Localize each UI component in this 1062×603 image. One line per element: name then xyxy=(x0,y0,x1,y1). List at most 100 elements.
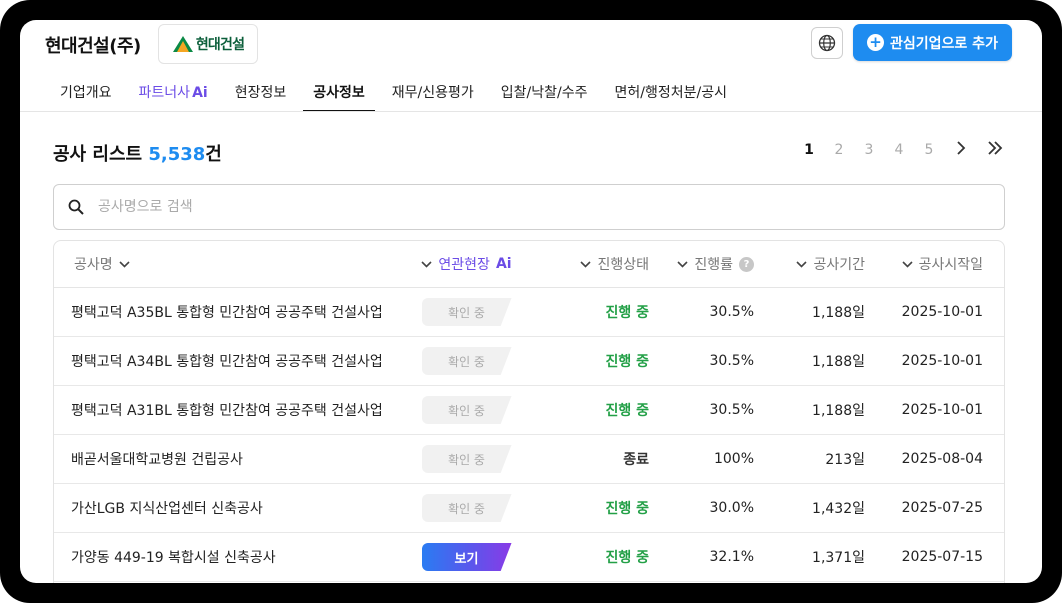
cell-progress: 30.5% xyxy=(709,353,754,369)
tab-label: 공사정보 xyxy=(313,85,365,101)
column-period[interactable]: 공사기간 xyxy=(754,254,865,274)
cell-project-name: 가산LGB 지식산업센터 신축공사 xyxy=(71,501,263,517)
logo-triangle-icon xyxy=(172,36,193,52)
list-title: 공사 리스트 5,538건 xyxy=(53,140,222,166)
table-row[interactable]: 평택고덕 A31BL 통합형 민간참여 공공주택 건설사업 확인 중 진행 중 30.… xyxy=(54,386,1004,435)
cell-related-site: 확인 중 xyxy=(394,347,539,375)
tab-company-overview[interactable]: 기업개요 xyxy=(50,76,122,110)
search-icon xyxy=(68,199,84,215)
table-body: 평택고덕 A35BL 통합형 민간참여 공공주택 건설사업 확인 중 진행 중 30.… xyxy=(54,288,1004,583)
view-related-button[interactable]: 보기 xyxy=(421,543,512,571)
cell-related-site: 확인 중 xyxy=(394,494,539,522)
cell-related-site: 확인 중 xyxy=(394,445,539,473)
checking-badge: 확인 중 xyxy=(421,298,512,326)
cell-start-date: 2025-07-25 xyxy=(901,500,983,516)
cell-progress: 100% xyxy=(713,451,754,467)
tab-partners[interactable]: 파트너사 Ai xyxy=(129,76,218,110)
pagination: 1 2 3 4 5 xyxy=(794,140,1012,159)
list-title-text: 공사 리스트 xyxy=(53,144,143,165)
cell-period: 1,432일 xyxy=(812,501,865,517)
cell-period: 1,188일 xyxy=(812,354,865,370)
checking-badge: 확인 중 xyxy=(421,347,512,375)
cell-status: 진행 중 xyxy=(605,305,649,321)
ai-badge: Ai xyxy=(495,256,512,272)
cell-project-name: 배곧서울대학교병원 건립공사 xyxy=(71,452,243,468)
ai-badge: Ai xyxy=(192,85,208,101)
cell-related-site: 확인 중 xyxy=(394,396,539,424)
tab-label: 입찰/낙찰/수주 xyxy=(500,85,588,101)
list-count-suffix: 건 xyxy=(205,144,222,165)
cell-related-site: 보기 xyxy=(394,543,539,571)
plus-circle-icon: + xyxy=(867,34,885,51)
cell-project-name: 평택고덕 A35BL 통합형 민간참여 공공주택 건설사업 xyxy=(71,305,383,321)
table-row[interactable]: 가양동 449-19 복합시설 신축공사 보기 진행 중 32.1% 1,371일 202… xyxy=(54,533,1004,582)
cell-project-name: 평택고덕 A34BL 통합형 민간참여 공공주택 건설사업 xyxy=(71,354,383,370)
app-screen: 현대건설(주) 현대건설 + 관심기업으로 추가 기업개요 파트너사 Ai 현장… xyxy=(20,20,1042,583)
list-count: 5,538 xyxy=(148,144,206,165)
column-label: 공사명 xyxy=(74,257,113,273)
page-1[interactable]: 1 xyxy=(794,142,824,158)
language-button[interactable] xyxy=(811,27,843,59)
cell-related-site: 확인 중 xyxy=(394,298,539,326)
add-favorite-company-button[interactable]: + 관심기업으로 추가 xyxy=(853,24,1012,61)
tab-label: 재무/신용평가 xyxy=(391,85,474,101)
next-page-icon[interactable] xyxy=(944,140,978,159)
device-frame: 현대건설(주) 현대건설 + 관심기업으로 추가 기업개요 파트너사 Ai 현장… xyxy=(0,0,1062,603)
search-input[interactable] xyxy=(96,198,960,216)
column-name[interactable]: 공사명 xyxy=(54,254,394,274)
last-page-icon[interactable] xyxy=(978,140,1012,159)
cell-progress: 30.5% xyxy=(709,402,754,418)
chevron-down-icon xyxy=(421,258,432,271)
chevron-down-icon xyxy=(580,258,592,271)
help-icon[interactable]: ? xyxy=(739,256,754,272)
cell-start-date: 2025-07-15 xyxy=(901,549,983,565)
cell-status: 진행 중 xyxy=(605,550,649,566)
cell-period: 1,371일 xyxy=(812,550,865,566)
chevron-down-icon xyxy=(902,258,913,271)
cell-progress: 30.5% xyxy=(709,304,754,320)
construction-table: 공사명 연관현장 Ai 진행상태 진행률? 공사기간 공사시작일 평택고덕 A35… xyxy=(53,240,1005,583)
chevron-down-icon xyxy=(119,258,130,271)
column-status[interactable]: 진행상태 xyxy=(539,254,649,274)
column-progress[interactable]: 진행률? xyxy=(649,254,754,274)
tab-license-disclosure[interactable]: 면허/행정처분/공시 xyxy=(604,76,736,110)
table-header: 공사명 연관현장 Ai 진행상태 진행률? 공사기간 공사시작일 xyxy=(54,241,1004,288)
company-logo: 현대건설 xyxy=(158,24,258,64)
cell-period: 1,188일 xyxy=(812,403,865,419)
tab-label: 기업개요 xyxy=(60,85,112,101)
company-title: 현대건설(주) xyxy=(45,36,141,57)
tab-label: 면허/행정처분/공시 xyxy=(614,85,727,101)
column-label: 공사기간 xyxy=(813,257,865,273)
page-2[interactable]: 2 xyxy=(824,142,854,158)
table-row[interactable] xyxy=(54,582,1004,583)
cell-progress: 30.0% xyxy=(709,500,754,516)
chevron-down-icon xyxy=(677,258,688,271)
globe-icon xyxy=(818,34,836,52)
cell-status: 진행 중 xyxy=(605,403,649,419)
page-5[interactable]: 5 xyxy=(914,142,944,158)
page-3[interactable]: 3 xyxy=(854,142,884,158)
tab-divider xyxy=(20,111,1042,112)
column-label: 연관현장 xyxy=(438,257,490,273)
tab-finance-credit[interactable]: 재무/신용평가 xyxy=(382,76,484,110)
page-4[interactable]: 4 xyxy=(884,142,914,158)
tab-site-info[interactable]: 현장정보 xyxy=(225,76,297,110)
column-related-site[interactable]: 연관현장 Ai xyxy=(394,254,539,274)
search-box[interactable] xyxy=(53,184,1005,230)
tab-label: 파트너사 xyxy=(138,85,191,101)
cell-status: 진행 중 xyxy=(605,501,649,517)
cell-start-date: 2025-08-04 xyxy=(901,451,983,467)
column-start-date[interactable]: 공사시작일 xyxy=(865,254,983,274)
table-row[interactable]: 평택고덕 A34BL 통합형 민간참여 공공주택 건설사업 확인 중 진행 중 30.… xyxy=(54,337,1004,386)
cell-start-date: 2025-10-01 xyxy=(901,402,983,418)
tab-bidding[interactable]: 입찰/낙찰/수주 xyxy=(491,76,598,110)
tab-construction-info[interactable]: 공사정보 xyxy=(303,76,375,112)
table-row[interactable]: 가산LGB 지식산업센터 신축공사 확인 중 진행 중 30.0% 1,432일 2025… xyxy=(54,484,1004,533)
cell-progress: 32.1% xyxy=(709,549,754,565)
checking-badge: 확인 중 xyxy=(421,445,512,473)
table-row[interactable]: 평택고덕 A35BL 통합형 민간참여 공공주택 건설사업 확인 중 진행 중 30.… xyxy=(54,288,1004,337)
table-row[interactable]: 배곧서울대학교병원 건립공사 확인 중 종료 100% 213일 2025-08-04 xyxy=(54,435,1004,484)
column-label: 공사시작일 xyxy=(918,257,983,273)
cell-period: 1,188일 xyxy=(812,305,865,321)
column-label: 진행률 xyxy=(694,257,733,273)
